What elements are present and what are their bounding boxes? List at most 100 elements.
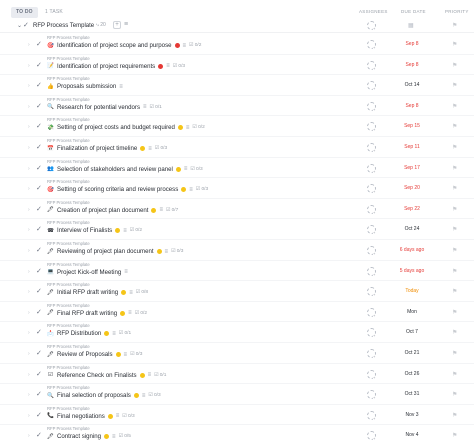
checkmark-icon[interactable]: ✓ [36, 328, 42, 336]
flag-icon[interactable]: ⚑ [452, 247, 457, 254]
description-lines-icon[interactable]: ≡ [112, 331, 116, 337]
description-lines-icon[interactable]: ≡ [143, 104, 147, 110]
task-breadcrumb[interactable]: RFP Process Template [47, 76, 90, 81]
task-row[interactable]: › ✓ RFP Process Template 🖋 Final RFP draft w… [0, 302, 474, 323]
task-row[interactable]: › ✓ RFP Process Template 📩 RFP Distribution ≡… [0, 322, 474, 343]
assignee-avatar-placeholder[interactable] [367, 225, 377, 236]
checklist-progress[interactable]: ☑ 0/2 [192, 125, 204, 130]
description-lines-icon[interactable]: ≡ [124, 21, 128, 28]
task-breadcrumb[interactable]: RFP Process Template [47, 365, 90, 370]
checklist-progress[interactable]: ☑ 0/2 [130, 228, 142, 233]
due-date[interactable]: Sep 8 [390, 41, 434, 47]
assignee-avatar-placeholder[interactable] [367, 328, 377, 339]
assignee-avatar-placeholder[interactable] [367, 287, 377, 298]
flag-icon[interactable]: ⚑ [452, 62, 457, 69]
checkmark-icon[interactable]: ✓ [36, 246, 42, 254]
flag-icon[interactable]: ⚑ [452, 371, 457, 378]
checklist-progress[interactable]: ☑ 0/7 [166, 208, 178, 213]
assignee-avatar-placeholder[interactable] [367, 307, 377, 318]
task-row[interactable]: › ✓ RFP Process Template ☎ Interview of Fina… [0, 219, 474, 240]
assignee-avatar-placeholder[interactable] [367, 349, 377, 359]
checkmark-icon[interactable]: ✓ [36, 205, 42, 213]
assignee-avatar-placeholder[interactable] [367, 81, 377, 92]
task-name[interactable]: Final RFP draft writing [57, 310, 117, 317]
due-date[interactable]: Today [390, 288, 434, 294]
add-subtask-button[interactable]: + [113, 21, 121, 29]
collapse-caret-icon[interactable]: ⌄ [17, 22, 22, 29]
checkmark-icon[interactable]: ✓ [36, 431, 42, 439]
flag-icon[interactable]: ⚑ [452, 412, 457, 419]
description-lines-icon[interactable]: ≡ [184, 166, 188, 172]
task-name[interactable]: Interview of Finalists [57, 227, 112, 234]
assignee-avatar-placeholder[interactable] [367, 204, 377, 215]
assignee-avatar-placeholder[interactable] [367, 266, 377, 277]
task-name[interactable]: Reviewing of project plan document [57, 248, 154, 255]
description-lines-icon[interactable]: ≡ [119, 84, 123, 90]
due-date[interactable]: Oct 26 [390, 371, 434, 377]
assignee-avatar-placeholder[interactable] [367, 40, 377, 50]
task-name[interactable]: Review of Proposals [57, 351, 113, 358]
task-name[interactable]: Setting of scoring criteria and review p… [57, 186, 178, 193]
description-lines-icon[interactable]: ≡ [189, 187, 193, 193]
description-lines-icon[interactable]: ≡ [112, 434, 116, 440]
task-name[interactable]: Setting of project costs and budget requ… [57, 124, 175, 131]
flag-icon[interactable]: ⚑ [452, 165, 457, 172]
task-row[interactable]: › ✓ RFP Process Template 📅 Finalization of p… [0, 137, 474, 158]
flag-icon[interactable]: ⚑ [452, 329, 457, 336]
checkmark-icon[interactable]: ✓ [36, 184, 42, 192]
task-row[interactable]: › ✓ RFP Process Template 👍 Proposals submiss… [0, 75, 474, 96]
due-date[interactable]: Sep 11 [390, 144, 434, 150]
flag-icon[interactable]: ⚑ [452, 268, 457, 275]
task-row[interactable]: › ✓ RFP Process Template 🖋 Initial RFP draft… [0, 281, 474, 302]
task-row[interactable]: › ✓ RFP Process Template 🖋 Review of Proposa… [0, 343, 474, 364]
assignee-avatar-placeholder[interactable] [367, 163, 377, 174]
task-breadcrumb[interactable]: RFP Process Template [47, 241, 90, 246]
description-lines-icon[interactable]: ≡ [124, 352, 128, 358]
checkmark-icon[interactable]: ✓ [36, 102, 42, 110]
checklist-progress[interactable]: ☑ 0/3 [155, 146, 167, 151]
due-date[interactable]: Oct 7 [390, 329, 434, 335]
checklist-progress[interactable]: ☑ 0/1 [150, 105, 162, 110]
task-row[interactable]: › ✓ RFP Process Template 🎯 Identification of… [0, 34, 474, 55]
flag-icon[interactable]: ⚑ [452, 144, 457, 151]
task-row[interactable]: › ✓ RFP Process Template 👥 Selection of stak… [0, 158, 474, 179]
checklist-progress[interactable]: ☑ 0/3 [173, 64, 185, 69]
assignee-avatar-placeholder[interactable] [367, 122, 377, 133]
task-row[interactable]: › ✓ RFP Process Template 🖋 Contract signing ≡… [0, 425, 474, 445]
description-lines-icon[interactable]: ≡ [186, 125, 190, 131]
task-row[interactable]: › ✓ RFP Process Template 🖋 Reviewing of proj… [0, 240, 474, 261]
expand-caret-icon[interactable]: › [28, 269, 30, 275]
description-lines-icon[interactable]: ≡ [142, 393, 146, 399]
checkmark-icon[interactable]: ✓ [36, 81, 42, 89]
checkmark-icon[interactable]: ✓ [36, 411, 42, 419]
task-breadcrumb[interactable]: RFP Process Template [47, 179, 90, 184]
checklist-progress[interactable]: ☑ 0/1 [119, 331, 131, 336]
task-breadcrumb[interactable]: RFP Process Template [47, 97, 90, 102]
task-breadcrumb[interactable]: RFP Process Template [47, 344, 90, 349]
task-breadcrumb[interactable]: RFP Process Template [47, 56, 90, 61]
assignee-avatar-placeholder[interactable] [367, 143, 377, 153]
assignee-avatar-placeholder[interactable] [367, 410, 377, 421]
due-date[interactable]: Oct 31 [390, 391, 434, 397]
description-lines-icon[interactable]: ≡ [124, 269, 128, 275]
assignee-avatar-placeholder[interactable] [367, 246, 377, 256]
due-date[interactable]: Oct 14 [390, 82, 434, 88]
due-date[interactable]: Sep 20 [390, 185, 434, 191]
task-name[interactable]: Selection of stakeholders and review pan… [57, 166, 173, 173]
task-name[interactable]: Reference Check on Finalists [57, 372, 137, 379]
due-date[interactable]: Nov 4 [390, 432, 434, 438]
checklist-progress[interactable]: ☑ 0/3 [196, 187, 208, 192]
checklist-progress[interactable]: ☑ 0/3 [190, 167, 202, 172]
task-name[interactable]: Contract signing [57, 433, 101, 440]
task-name[interactable]: Creation of project plan document [57, 207, 148, 214]
description-lines-icon[interactable]: ≡ [183, 43, 187, 49]
task-breadcrumb[interactable]: RFP Process Template [47, 35, 90, 40]
flag-icon[interactable]: ⚑ [452, 391, 457, 398]
status-pill-todo[interactable]: TO DO [11, 7, 38, 18]
flag-icon[interactable]: ⚑ [452, 350, 457, 357]
assignee-avatar-placeholder[interactable] [367, 390, 377, 401]
expand-caret-icon[interactable]: › [28, 63, 30, 69]
description-lines-icon[interactable]: ≡ [129, 290, 133, 296]
flag-icon[interactable]: ⚑ [452, 185, 457, 192]
assignee-avatar-placeholder[interactable] [367, 21, 377, 31]
